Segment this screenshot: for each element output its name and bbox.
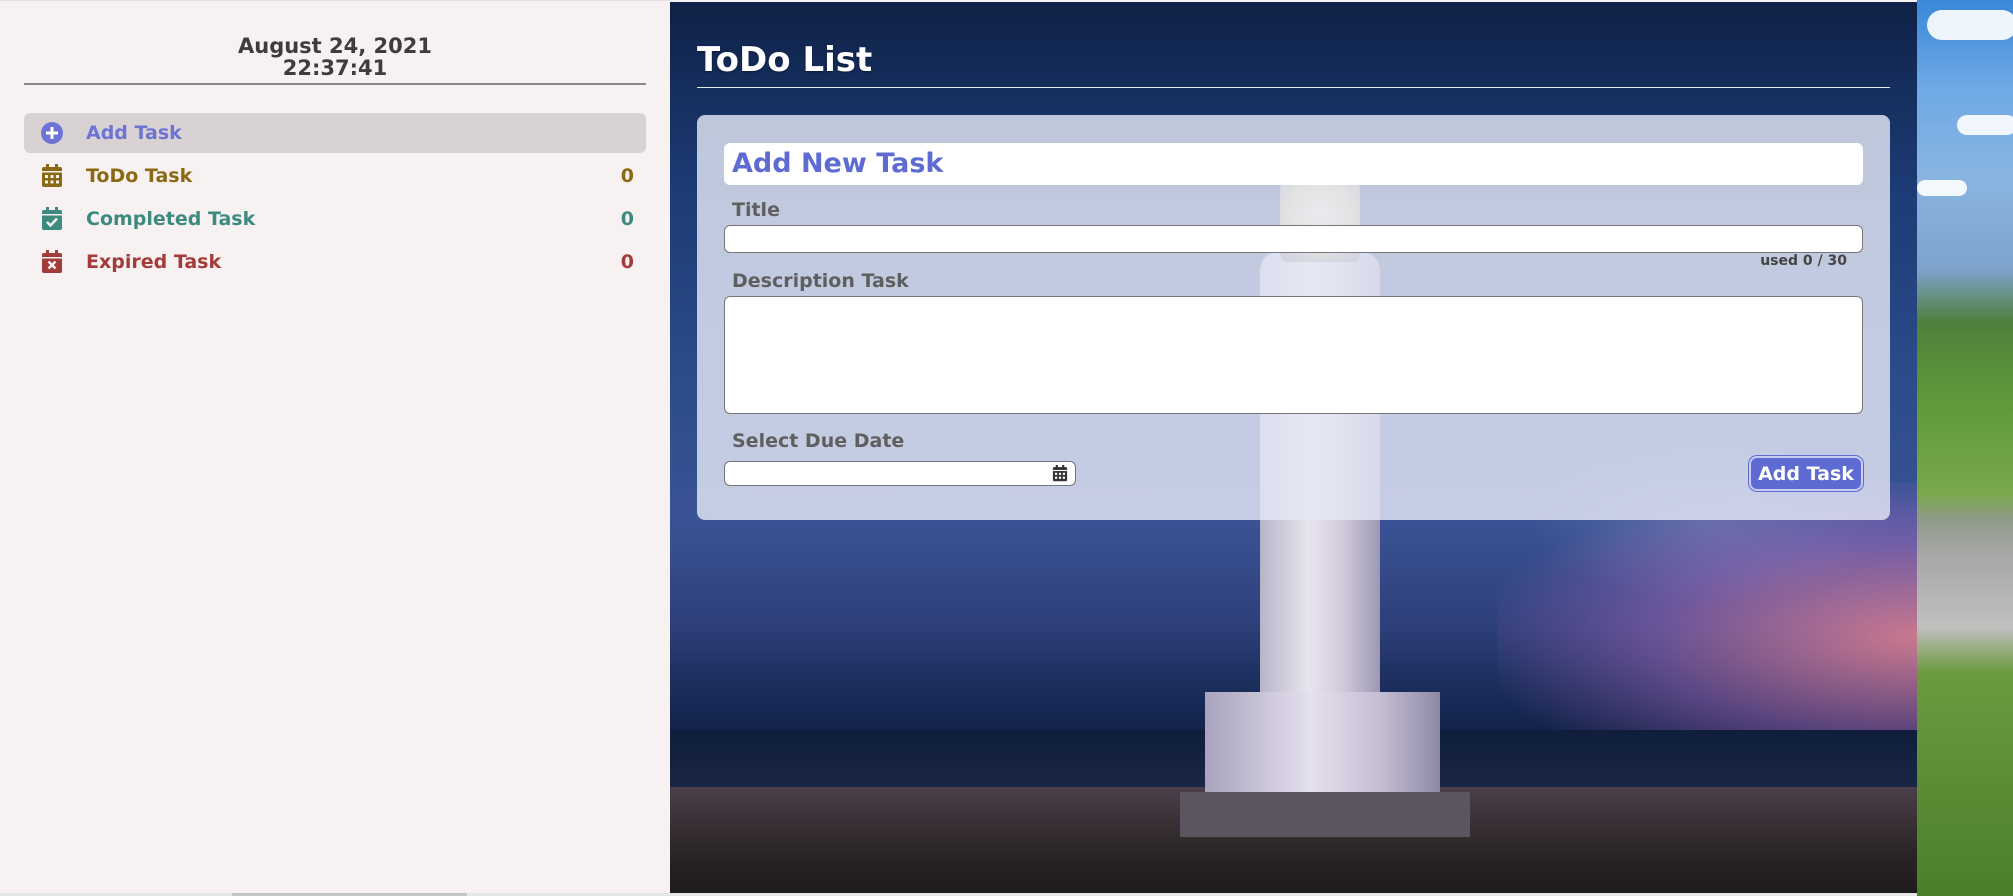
sidebar-item-completed-task[interactable]: Completed Task 0	[24, 199, 646, 239]
sidebar-item-label: Add Task	[86, 122, 182, 144]
todo-count-badge: 0	[620, 165, 634, 187]
add-task-button[interactable]: Add Task	[1749, 456, 1863, 491]
background-cloud	[1917, 180, 1967, 196]
due-date-label: Select Due Date	[732, 430, 905, 452]
sidebar-item-label: ToDo Task	[86, 165, 193, 187]
current-time: 22:37:41	[282, 56, 388, 80]
calendar-check-icon	[38, 205, 66, 233]
title-input[interactable]	[724, 225, 1863, 253]
calendar-times-icon	[38, 248, 66, 276]
background-cloud	[1927, 10, 2013, 40]
due-date-input[interactable]	[725, 463, 1051, 484]
title-label: Title	[732, 199, 780, 221]
form-heading: Add New Task	[724, 143, 1863, 185]
calendar-icon[interactable]	[1051, 465, 1069, 483]
background-lighthouse-steps	[1180, 792, 1470, 837]
due-date-row: Add Task	[724, 456, 1863, 491]
background-landscape-strip	[1917, 0, 2013, 896]
sidebar-item-label: Expired Task	[86, 251, 222, 273]
completed-count-badge: 0	[620, 208, 634, 230]
sidebar-item-add-task[interactable]: Add Task	[24, 113, 646, 153]
sidebar-menu: Add Task ToDo Task 0 Completed Task 0 Ex…	[24, 113, 646, 282]
title-divider	[697, 87, 1890, 88]
sidebar-item-todo-task[interactable]: ToDo Task 0	[24, 156, 646, 196]
page-title: ToDo List	[697, 40, 873, 80]
sidebar: August 24, 2021 22:37:41 Add Task ToDo T…	[0, 0, 670, 893]
sidebar-item-expired-task[interactable]: Expired Task 0	[24, 242, 646, 282]
expired-count-badge: 0	[620, 251, 634, 273]
title-char-counter: used 0 / 30	[1760, 253, 1847, 269]
clock: August 24, 2021 22:37:41	[24, 35, 646, 85]
add-task-form: Add New Task Title used 0 / 30 Descripti…	[697, 115, 1890, 520]
due-date-picker[interactable]	[724, 461, 1076, 486]
plus-circle-icon	[38, 119, 66, 147]
background-lighthouse-base	[1205, 692, 1440, 792]
main-panel: ToDo List Add New Task Title used 0 / 30…	[670, 2, 1917, 893]
background-sunset-glow	[1497, 482, 1917, 742]
sidebar-item-label: Completed Task	[86, 208, 256, 230]
background-cloud	[1957, 115, 2013, 135]
description-textarea[interactable]	[724, 296, 1863, 414]
current-date: August 24, 2021	[238, 34, 432, 58]
calendar-icon	[38, 162, 66, 190]
description-label: Description Task	[732, 270, 909, 292]
